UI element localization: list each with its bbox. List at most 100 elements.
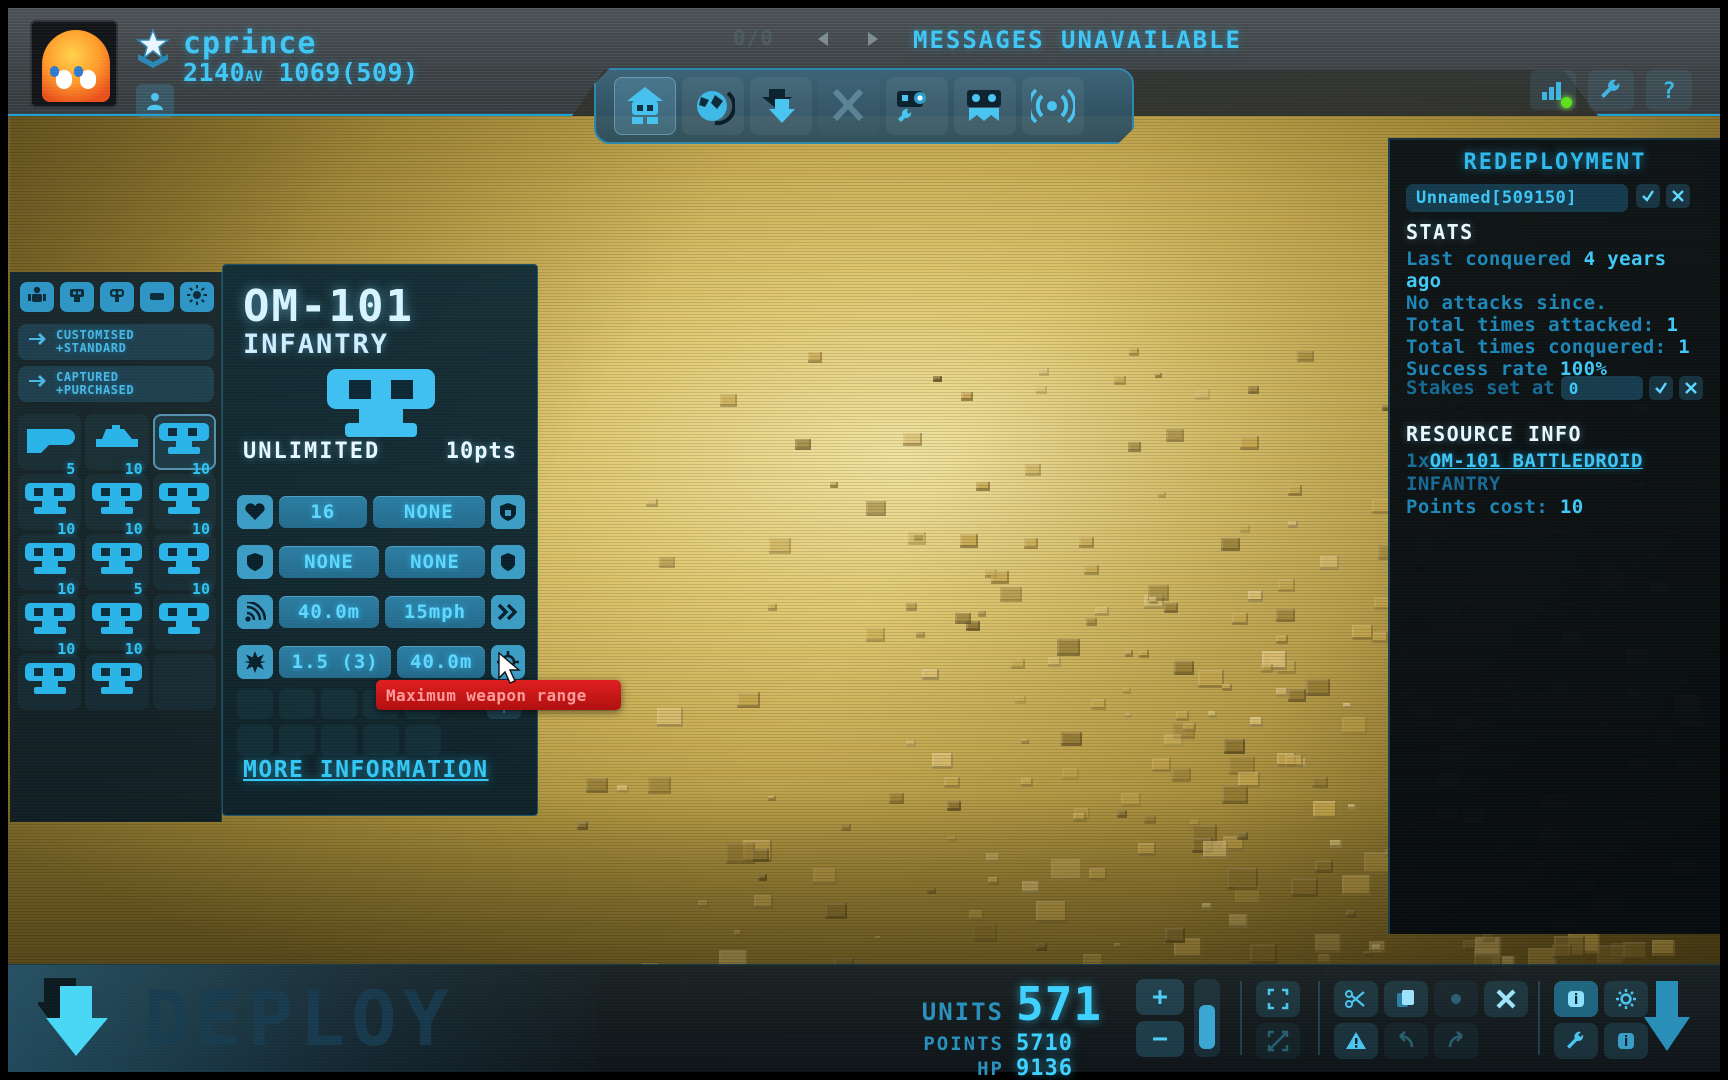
base-icon [623,85,667,127]
signal-bars-button[interactable] [1530,70,1576,110]
ability-slot-8[interactable] [321,725,357,755]
name-confirm-button[interactable] [1636,184,1660,208]
ability-slot-10[interactable] [405,725,441,755]
globe-button[interactable] [682,77,744,135]
cut-button[interactable] [1334,981,1378,1017]
territory-name-input[interactable]: Unnamed[509150] [1406,184,1628,212]
unit-grid: 5 10 10 10 10 10 10 5 10 10 10 [18,414,216,710]
base-button[interactable] [614,77,676,135]
speed-text: 15mph [403,601,467,623]
redo-button[interactable] [1434,1023,1478,1059]
armour-value[interactable]: NONE [279,546,379,578]
message-prev-button[interactable] [813,28,835,50]
tooltip-text: Maximum weapon range [386,685,587,705]
filter-captured-purchased[interactable]: CAPTURED +PURCHASED [18,366,214,402]
radar-icon [237,595,273,629]
decrease-button[interactable]: − [1136,1021,1184,1057]
stakes-cancel-button[interactable] [1678,376,1703,400]
stakes-confirm-button[interactable] [1648,376,1673,400]
category-trooper[interactable] [20,282,54,312]
droid-icon [90,483,144,521]
separator-2 [1318,981,1320,1055]
select-all-button[interactable] [1256,981,1300,1017]
down-arrows-icon [759,85,803,127]
message-next-button[interactable] [861,28,883,50]
info-small-icon [1618,1033,1634,1049]
warning-button[interactable] [1334,1023,1378,1059]
category-scout[interactable] [100,282,134,312]
deploy-down-button[interactable] [750,77,812,135]
damage-text: 1.5 (3) [291,651,379,673]
droid-icon [90,663,144,701]
stat-label: Total times attacked: [1406,314,1667,336]
unit-slot-12[interactable]: 10 [152,580,216,650]
unit-title: OM-101 [243,281,414,332]
category-special[interactable] [180,282,214,312]
info-button[interactable] [1554,981,1598,1017]
player-name[interactable]: cprince [183,26,316,61]
damage-value[interactable]: 1.5 (3) [279,646,392,678]
sight-range-text: 40.0m [297,601,361,623]
resource-info-heading: RESOURCE INFO [1406,422,1583,446]
globe-icon [691,85,735,127]
shield-lock-icon[interactable] [491,495,525,529]
more-information-link[interactable]: MORE INFORMATION [243,757,489,783]
deploy-button[interactable]: DEPLOY [8,965,598,1072]
ability-slot-7[interactable] [279,725,315,755]
help-button[interactable]: ? [1646,70,1692,110]
triangle-left-icon [818,32,828,46]
info-icon [1568,991,1584,1007]
person-icon [147,93,163,110]
counter-points-value: 5710 [1016,1031,1073,1056]
radio-button[interactable] [1022,77,1084,135]
delete-button[interactable] [1484,981,1528,1017]
ability-slot-2[interactable] [279,689,315,719]
stat-last-conquered: Last conquered 4 years ago [1406,248,1712,292]
sight-range-value[interactable]: 40.0m [279,596,379,628]
deselect-button[interactable] [1256,1023,1300,1059]
avatar[interactable] [30,20,118,108]
health-value[interactable]: 16 [279,496,367,528]
unit-slot-15[interactable] [152,654,216,710]
slider-knob[interactable] [1199,1005,1215,1049]
territory-name-value: Unnamed[509150] [1416,188,1578,208]
paste-button[interactable] [1434,981,1478,1017]
double-chevron-icon[interactable] [491,595,525,629]
ghost-avatar-icon [42,30,110,102]
unit-slot-14[interactable]: 10 [85,640,149,710]
droid-button[interactable] [954,77,1016,135]
copy-button[interactable] [1384,981,1428,1017]
category-turret[interactable] [60,282,94,312]
category-structure[interactable] [140,282,174,312]
tools-button[interactable] [1554,1023,1598,1059]
armour-secondary[interactable]: NONE [385,546,485,578]
stat-no-attacks: No attacks since. [1406,292,1608,314]
speed-value[interactable]: 15mph [385,596,485,628]
resource-name[interactable]: OM-101 BATTLEDROID [1430,450,1643,472]
health-secondary-text: NONE [403,501,454,523]
unit-slot-13[interactable]: 10 [18,640,82,710]
ability-slot-6[interactable] [237,725,273,755]
cross-swords-icon [827,85,871,127]
profile-button[interactable] [136,84,174,118]
increase-button[interactable]: + [1136,979,1184,1015]
resource-points-label: Points cost: [1406,496,1560,518]
repair-droid-button[interactable] [886,77,948,135]
armour-type-icon[interactable] [491,545,525,579]
undo-icon [1399,1030,1414,1048]
undo-button[interactable] [1384,1023,1428,1059]
ability-slot-3[interactable] [321,689,357,719]
filter-customised-standard[interactable]: CUSTOMISED +STANDARD [18,324,214,360]
wrench-icon [1567,1031,1584,1049]
health-secondary[interactable]: NONE [372,496,485,528]
bottom-hud-bar: DEPLOY UNITS 571 POINTS 5710 HP 9136 + − [8,964,1720,1080]
stakes-input[interactable]: 0 [1560,376,1643,400]
attack-button[interactable] [818,77,880,135]
confirm-deploy-button[interactable] [1640,979,1694,1063]
quantity-slider[interactable] [1194,979,1220,1057]
name-cancel-button[interactable] [1666,184,1690,208]
ability-slot-1[interactable] [237,689,273,719]
wrench-button[interactable] [1588,70,1634,110]
weapon-range-value[interactable]: 40.0m [397,646,485,678]
ability-slot-9[interactable] [363,725,399,755]
